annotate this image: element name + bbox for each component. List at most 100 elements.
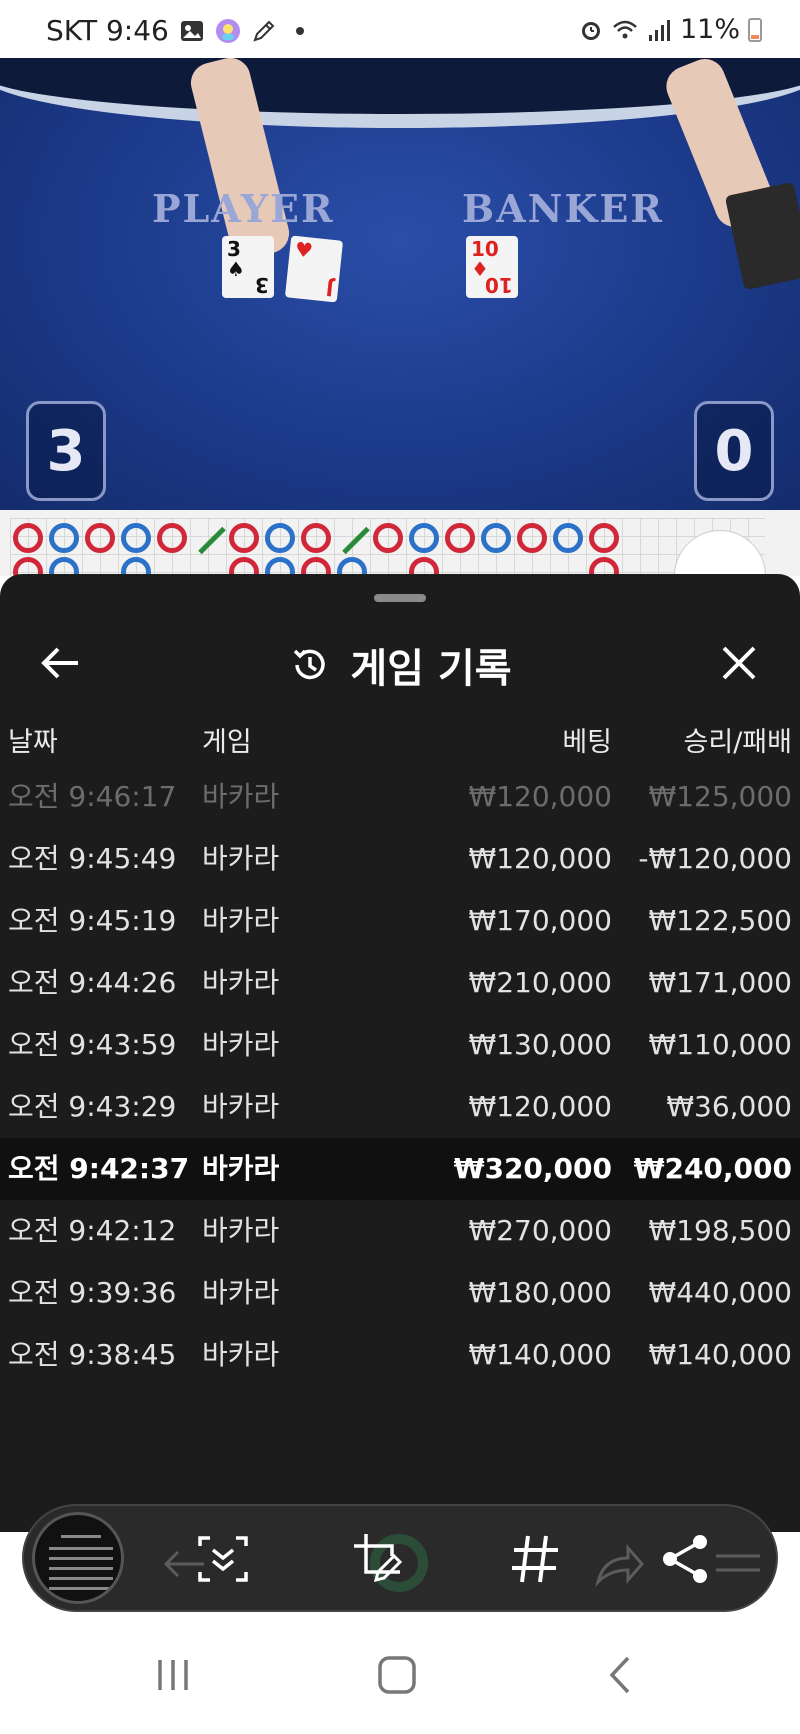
bead-cell bbox=[550, 554, 586, 576]
row-date: 오전 9:44:26 bbox=[8, 966, 177, 999]
battery-percent: 11% bbox=[679, 14, 740, 45]
row-game: 바카라 bbox=[202, 780, 280, 813]
bead-roadmap bbox=[0, 510, 800, 576]
row-result: ₩122,500 bbox=[648, 904, 792, 937]
history-row[interactable]: 오전 9:39:36 바카라 ₩180,000 ₩440,000 bbox=[0, 1262, 800, 1324]
bead-cell bbox=[586, 520, 622, 556]
signal-icon bbox=[648, 19, 670, 41]
recents-icon[interactable] bbox=[146, 1648, 200, 1702]
bead-cell bbox=[370, 554, 406, 576]
header-date: 날짜 bbox=[8, 727, 58, 758]
screenshot-toolbar bbox=[22, 1504, 778, 1612]
row-result: ₩140,000 bbox=[648, 1338, 792, 1371]
bead-cell bbox=[298, 520, 334, 556]
bead-cell bbox=[190, 554, 226, 576]
row-game: 바카라 bbox=[202, 1276, 280, 1309]
bead-cell bbox=[478, 554, 514, 576]
player-bead bbox=[409, 523, 439, 553]
scroll-capture-icon[interactable] bbox=[194, 1530, 252, 1588]
home-icon[interactable] bbox=[370, 1648, 424, 1702]
banker-bead bbox=[85, 523, 115, 553]
row-date: 오전 9:43:29 bbox=[8, 1090, 177, 1123]
row-game: 바카라 bbox=[202, 1214, 280, 1247]
alarm-icon bbox=[581, 21, 600, 40]
bead-cell bbox=[262, 520, 298, 556]
bead-cell bbox=[550, 520, 586, 556]
row-bet: ₩320,000 bbox=[453, 1152, 612, 1185]
player-bead bbox=[481, 523, 511, 553]
bead-cell bbox=[82, 554, 118, 576]
history-row[interactable]: 오전 9:44:26 바카라 ₩210,000 ₩171,000 bbox=[0, 952, 800, 1014]
history-row[interactable]: 오전 9:42:12 바카라 ₩270,000 ₩198,500 bbox=[0, 1200, 800, 1262]
history-row[interactable]: 오전 9:45:19 바카라 ₩170,000 ₩122,500 bbox=[0, 890, 800, 952]
row-result: ₩125,000 bbox=[648, 780, 792, 813]
bead-cell bbox=[586, 554, 622, 576]
sheet-drag-handle[interactable] bbox=[374, 594, 426, 602]
row-date: 오전 9:45:49 bbox=[8, 842, 177, 875]
row-result: ₩36,000 bbox=[666, 1090, 792, 1123]
row-date: 오전 9:45:19 bbox=[8, 904, 177, 937]
carrier-time: SKT 9:46 bbox=[46, 14, 169, 47]
row-game: 바카라 bbox=[202, 966, 280, 999]
row-bet: ₩180,000 bbox=[468, 1276, 612, 1309]
history-row[interactable]: 오전 9:43:59 바카라 ₩130,000 ₩110,000 bbox=[0, 1014, 800, 1076]
banker-bead bbox=[445, 523, 475, 553]
bead-cell bbox=[262, 554, 298, 576]
screenshot-thumbnail[interactable] bbox=[32, 1512, 124, 1604]
history-row[interactable]: 오전 9:42:37 바카라 ₩320,000 ₩240,000 bbox=[0, 1138, 800, 1200]
history-row[interactable]: 오전 9:45:49 바카라 ₩120,000 -₩120,000 bbox=[0, 828, 800, 890]
bead-row-2 bbox=[10, 554, 622, 576]
back-icon[interactable] bbox=[594, 1648, 648, 1702]
status-left: SKT 9:46 bbox=[46, 14, 313, 47]
bead-cell bbox=[442, 554, 478, 576]
row-date: 오전 9:46:17 bbox=[8, 780, 177, 813]
history-icon bbox=[294, 649, 326, 680]
history-row[interactable]: 오전 9:43:29 바카라 ₩120,000 ₩36,000 bbox=[0, 1076, 800, 1138]
row-game: 바카라 bbox=[202, 1152, 280, 1185]
row-result: ₩110,000 bbox=[648, 1028, 792, 1061]
bead-cell bbox=[118, 554, 154, 576]
bead-cell bbox=[406, 554, 442, 576]
bead-cell bbox=[406, 520, 442, 556]
share-icon[interactable] bbox=[656, 1530, 714, 1588]
row-game: 바카라 bbox=[202, 1028, 280, 1061]
banker-card-1: 10 ♦ 10 bbox=[466, 236, 518, 298]
banker-bead bbox=[301, 523, 331, 553]
row-result: ₩440,000 bbox=[648, 1276, 792, 1309]
banker-bead bbox=[229, 523, 259, 553]
status-right: 11% bbox=[578, 14, 762, 45]
thumb-line bbox=[49, 1567, 113, 1570]
row-date: 오전 9:42:12 bbox=[8, 1214, 177, 1247]
hashtag-icon[interactable] bbox=[506, 1530, 564, 1588]
dot-icon bbox=[295, 26, 304, 35]
bead-row-1 bbox=[10, 520, 622, 556]
bead-cell bbox=[10, 554, 46, 576]
wifi-icon bbox=[613, 20, 637, 38]
bead-cell bbox=[298, 554, 334, 576]
live-game-view: PLAYER BANKER 3 ♠ 3 ♥ J 10 ♦ 10 3 0 bbox=[0, 58, 800, 510]
banker-bead bbox=[517, 523, 547, 553]
crop-edit-icon[interactable] bbox=[350, 1530, 408, 1588]
sheet-title: 게임 기록 bbox=[350, 646, 512, 692]
row-result: ₩198,500 bbox=[648, 1214, 792, 1247]
sheet-title-wrap: 게임 기록 bbox=[0, 636, 800, 694]
row-bet: ₩120,000 bbox=[468, 780, 612, 813]
battery-icon bbox=[748, 17, 762, 42]
banker-bead bbox=[373, 523, 403, 553]
player-score: 3 bbox=[26, 401, 106, 501]
bead-cell bbox=[514, 554, 550, 576]
player-bead bbox=[265, 523, 295, 553]
thumb-line bbox=[61, 1535, 101, 1538]
history-row[interactable]: 오전 9:46:17 바카라 ₩120,000 ₩125,000 bbox=[0, 766, 800, 828]
row-date: 오전 9:42:37 bbox=[8, 1152, 190, 1185]
sheet-header: 게임 기록 bbox=[0, 616, 800, 716]
row-result: ₩171,000 bbox=[648, 966, 792, 999]
banker-bead bbox=[157, 523, 187, 553]
player-bead bbox=[553, 523, 583, 553]
ghost-forward-icon bbox=[595, 1544, 644, 1587]
player-bead bbox=[49, 523, 79, 553]
close-icon[interactable] bbox=[714, 638, 764, 688]
header-game: 게임 bbox=[202, 727, 252, 758]
history-row[interactable]: 오전 9:38:45 바카라 ₩140,000 ₩140,000 bbox=[0, 1324, 800, 1386]
history-list[interactable]: 오전 9:46:17 바카라 ₩120,000 ₩125,000 오전 9:45:49 바… bbox=[0, 766, 800, 1386]
